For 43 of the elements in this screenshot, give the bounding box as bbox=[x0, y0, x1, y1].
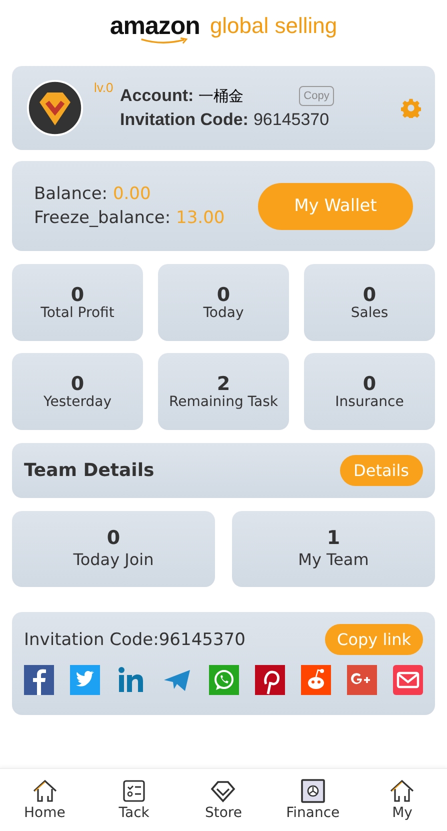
reddit-icon[interactable] bbox=[300, 665, 331, 695]
stat-value: 0 bbox=[70, 284, 84, 306]
pinterest-icon[interactable] bbox=[254, 665, 285, 695]
stat-label: Sales bbox=[350, 306, 388, 321]
stat-value: 0 bbox=[362, 284, 376, 306]
safe-icon bbox=[298, 779, 327, 803]
stat-label: My Team bbox=[298, 549, 369, 571]
stat-value: 0 bbox=[362, 373, 376, 395]
house-icon bbox=[30, 779, 59, 803]
nav-tab[interactable]: Store bbox=[183, 779, 264, 821]
stat-label: Today bbox=[203, 306, 244, 321]
nav-tab[interactable]: My bbox=[362, 779, 442, 821]
stat-value: 1 bbox=[326, 527, 340, 549]
freeze-balance-text: Freeze_balance: 13.00 bbox=[34, 207, 225, 229]
invitation-code-text: Invitation Code:96145370 bbox=[24, 630, 246, 650]
nav-tab[interactable]: Tack bbox=[94, 779, 174, 821]
stat-label: Today Join bbox=[73, 549, 154, 571]
stat-label: Remaining Task bbox=[168, 395, 278, 410]
tagline: global selling bbox=[210, 14, 338, 38]
whatsapp-icon[interactable] bbox=[208, 665, 238, 695]
diamond-icon bbox=[209, 779, 238, 803]
brand-logo-text: amazon bbox=[110, 14, 200, 38]
stat-label: Insurance bbox=[335, 395, 404, 410]
facebook-icon[interactable] bbox=[24, 665, 54, 695]
google-plus-icon[interactable] bbox=[346, 665, 377, 695]
level-label: lv.0 bbox=[94, 80, 114, 95]
stat-value: 2 bbox=[216, 373, 230, 395]
nav-tab[interactable]: Finance bbox=[272, 779, 353, 821]
nav-tab[interactable]: Home bbox=[4, 779, 85, 821]
mail-icon[interactable] bbox=[393, 665, 423, 695]
stat-value: 0 bbox=[70, 373, 84, 395]
invitation-code-label: Invitation Code: bbox=[120, 110, 248, 130]
account-name: 一桶金 bbox=[198, 86, 244, 106]
invitation-code: 96145370 bbox=[253, 110, 330, 130]
twitter-bird-icon[interactable] bbox=[70, 665, 100, 695]
stat-value: 0 bbox=[106, 527, 120, 549]
balance-text: Balance: 0.00 bbox=[34, 183, 152, 205]
house-icon bbox=[388, 779, 416, 803]
team-details-title: Team Details bbox=[24, 460, 154, 481]
account-label: Account: bbox=[120, 86, 194, 106]
stat-label: Total Profit bbox=[40, 306, 114, 321]
stat-value: 0 bbox=[216, 284, 230, 306]
stat-label: Yesterday bbox=[44, 395, 112, 410]
